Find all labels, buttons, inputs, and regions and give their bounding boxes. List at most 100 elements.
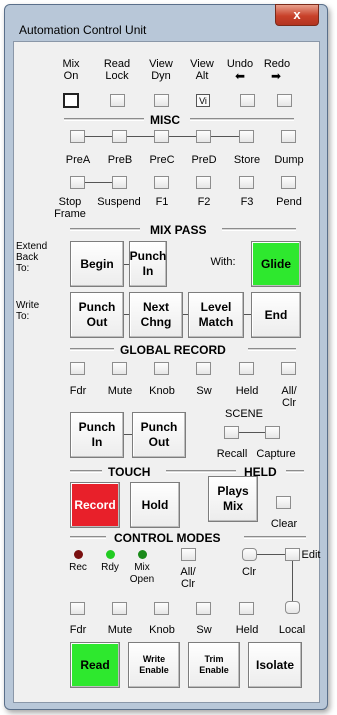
dump-label: Dump xyxy=(274,154,304,166)
modes-knob-button[interactable] xyxy=(154,602,169,615)
prea-button[interactable] xyxy=(70,130,85,143)
control-modes-section-header: CONTROL MODES xyxy=(70,530,306,546)
touch-divider-right xyxy=(166,470,236,473)
modes-sw-button[interactable] xyxy=(196,602,211,615)
capture-label: Capture xyxy=(256,448,296,460)
modes-held-label: Held xyxy=(235,624,259,636)
dump-button[interactable] xyxy=(281,130,296,143)
rec-label: Rec xyxy=(69,562,87,573)
pend-button[interactable] xyxy=(281,176,296,189)
global-fdr-label: Fdr xyxy=(69,385,87,397)
next-change-button[interactable]: Next Chng xyxy=(129,292,183,338)
read-button[interactable]: Read xyxy=(70,642,120,688)
modes-mute-label: Mute xyxy=(107,624,133,636)
global-all-clr-button[interactable] xyxy=(281,362,296,375)
scene-capture-button[interactable] xyxy=(265,426,280,439)
scene-recall-button[interactable] xyxy=(224,426,239,439)
mix-open-led xyxy=(138,550,147,559)
glide-button[interactable]: Glide xyxy=(251,241,301,287)
title-bar[interactable]: Automation Control Unit x xyxy=(5,4,327,41)
rec-led xyxy=(74,550,83,559)
read-lock-switch[interactable] xyxy=(110,94,125,107)
write-to-label: Write To: xyxy=(16,300,40,322)
modes-divider-right xyxy=(244,536,306,539)
rdy-led xyxy=(106,550,115,559)
view-alt-switch[interactable]: Vi xyxy=(196,94,210,107)
redo-button[interactable] xyxy=(277,94,292,107)
f1-button[interactable] xyxy=(154,176,169,189)
prec-button[interactable] xyxy=(154,130,169,143)
misc-link-1 xyxy=(85,136,112,137)
global-sw-label: Sw xyxy=(196,385,212,397)
undo-arrow-icon: ⬅ xyxy=(235,69,246,83)
f2-button[interactable] xyxy=(196,176,211,189)
preb-label: PreB xyxy=(107,154,133,166)
local-toggle[interactable] xyxy=(285,601,300,614)
held-divider-right xyxy=(286,470,304,473)
isolate-button[interactable]: Isolate xyxy=(248,642,302,688)
scene-link xyxy=(239,432,265,433)
modes-held-button[interactable] xyxy=(239,602,254,615)
hold-button[interactable]: Hold xyxy=(130,482,180,528)
modes-fdr-button[interactable] xyxy=(70,602,85,615)
modes-divider-left xyxy=(70,536,106,539)
prec-label: PreC xyxy=(149,154,175,166)
global-held-button[interactable] xyxy=(239,362,254,375)
store-button[interactable] xyxy=(239,130,254,143)
mix-pass-section-header: MIX PASS xyxy=(70,222,296,238)
preb-button[interactable] xyxy=(112,130,127,143)
f3-button[interactable] xyxy=(239,176,254,189)
f3-label: F3 xyxy=(240,196,254,208)
mix-open-label: Mix Open xyxy=(129,562,155,585)
pred-label: PreD xyxy=(191,154,217,166)
pred-button[interactable] xyxy=(196,130,211,143)
held-clear-button[interactable] xyxy=(276,496,291,509)
begin-button[interactable]: Begin xyxy=(70,241,124,287)
modes-all-clr-button[interactable] xyxy=(181,548,196,561)
misc-link-3 xyxy=(169,136,196,137)
misc-title: MISC xyxy=(150,113,180,127)
suspend-button[interactable] xyxy=(112,176,127,189)
touch-held-section-header: TOUCH HELD xyxy=(70,464,306,480)
write-enable-button[interactable]: Write Enable xyxy=(128,642,180,688)
close-button[interactable]: x xyxy=(275,4,319,26)
edit-button[interactable] xyxy=(285,548,300,561)
modes-mute-button[interactable] xyxy=(112,602,127,615)
modes-fdr-label: Fdr xyxy=(69,624,87,636)
mix-pass-title: MIX PASS xyxy=(150,223,207,237)
global-divider-left xyxy=(70,348,114,351)
rdy-label: Rdy xyxy=(101,562,119,573)
view-dyn-switch[interactable] xyxy=(154,94,169,107)
trim-enable-button[interactable]: Trim Enable xyxy=(188,642,240,688)
view-alt-label: View Alt xyxy=(190,58,214,82)
plays-mix-button[interactable]: Plays Mix xyxy=(208,476,258,522)
global-sw-button[interactable] xyxy=(196,362,211,375)
read-lock-label: Read Lock xyxy=(103,58,131,82)
global-record-section-header: GLOBAL RECORD xyxy=(70,342,296,358)
global-held-label: Held xyxy=(235,385,259,397)
misc-divider-right xyxy=(190,118,294,121)
global-mute-button[interactable] xyxy=(112,362,127,375)
with-label: With: xyxy=(210,256,236,268)
mixpass-divider-left xyxy=(70,228,140,231)
stop-frame-button[interactable] xyxy=(70,176,85,189)
global-punch-in-button[interactable]: Punch In xyxy=(70,412,124,458)
levelmatch-end-link xyxy=(244,314,251,315)
punch-in-button[interactable]: Punch In xyxy=(129,241,167,287)
mix-on-switch[interactable] xyxy=(63,93,79,108)
recall-label: Recall xyxy=(216,448,248,460)
end-button[interactable]: End xyxy=(251,292,301,338)
global-all-clr-label: All/ Clr xyxy=(281,385,297,409)
global-punch-out-button[interactable]: Punch Out xyxy=(132,412,186,458)
global-mute-label: Mute xyxy=(107,385,133,397)
misc-section-header: MISC xyxy=(64,112,294,128)
punch-out-button[interactable]: Punch Out xyxy=(70,292,124,338)
edit-label: Edit xyxy=(301,549,321,561)
clr-toggle[interactable] xyxy=(242,548,257,561)
modes-all-clr-label: All/ Clr xyxy=(180,566,196,590)
global-fdr-button[interactable] xyxy=(70,362,85,375)
record-button[interactable]: Record xyxy=(70,482,120,528)
level-match-button[interactable]: Level Match xyxy=(188,292,244,338)
undo-button[interactable] xyxy=(240,94,255,107)
global-knob-button[interactable] xyxy=(154,362,169,375)
